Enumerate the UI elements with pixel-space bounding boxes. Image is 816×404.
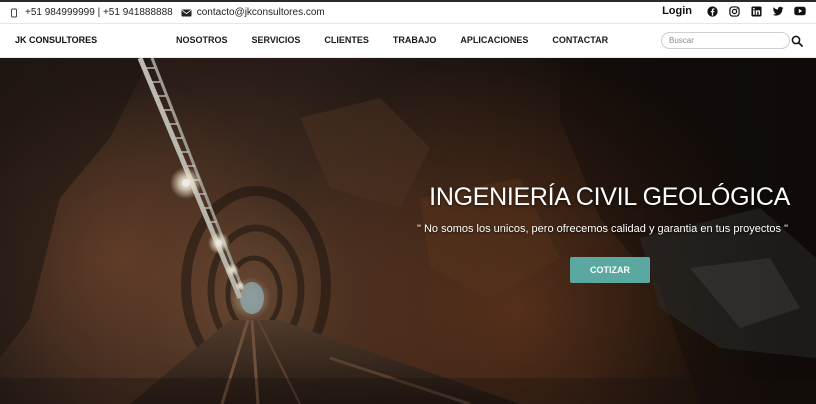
nav-nosotros[interactable]: NOSOTROS (176, 35, 228, 45)
hero-banner: INGENIERÍA CIVIL GEOLÓGICA " No somos lo… (0, 58, 816, 404)
nav-contactar[interactable]: CONTACTAR (552, 35, 608, 45)
phone-numbers[interactable]: +51 984999999 | +51 941888888 (25, 7, 173, 18)
phone-icon (9, 8, 19, 18)
hero-subtitle: " No somos los unicos, pero ofrecemos ca… (417, 223, 788, 235)
email-link[interactable]: contacto@jkconsultores.com (197, 7, 325, 18)
instagram-icon[interactable] (728, 5, 740, 17)
youtube-icon[interactable] (794, 5, 806, 17)
nav-trabajo[interactable]: TRABAJO (393, 35, 437, 45)
contact-info: +51 984999999 | +51 941888888 contacto@j… (0, 7, 325, 18)
twitter-icon[interactable] (772, 5, 784, 17)
facebook-icon[interactable] (706, 5, 718, 17)
hero-title: INGENIERÍA CIVIL GEOLÓGICA (429, 183, 790, 211)
search-input[interactable]: Buscar (661, 32, 790, 49)
site-logo[interactable]: JK CONSULTORES (15, 35, 97, 45)
main-menu: NOSOTROS SERVICIOS CLIENTES TRABAJO APLI… (176, 35, 608, 45)
main-navbar: JK CONSULTORES NOSOTROS SERVICIOS CLIENT… (0, 24, 816, 58)
nav-clientes[interactable]: CLIENTES (324, 35, 369, 45)
nav-aplicaciones[interactable]: APLICACIONES (460, 35, 528, 45)
search-icon[interactable] (791, 34, 803, 47)
envelope-icon (181, 8, 192, 18)
login-link[interactable]: Login (662, 5, 692, 17)
nav-servicios[interactable]: SERVICIOS (252, 35, 301, 45)
search-placeholder: Buscar (669, 36, 694, 45)
linkedin-icon[interactable] (750, 5, 762, 17)
quote-button[interactable]: COTIZAR (570, 257, 650, 283)
topbar-actions: Login (662, 5, 806, 17)
top-contact-bar: +51 984999999 | +51 941888888 contacto@j… (0, 0, 816, 24)
